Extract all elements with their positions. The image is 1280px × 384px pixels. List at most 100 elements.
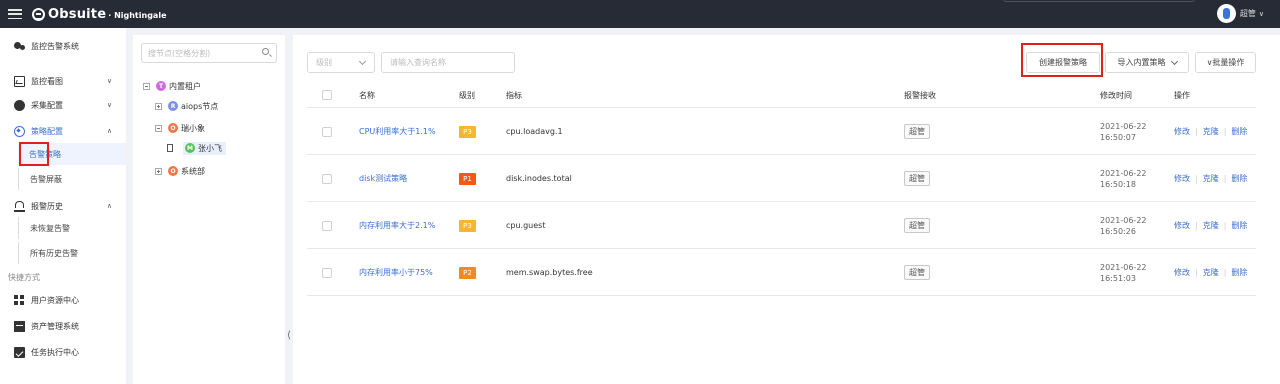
level-select-placeholder: 级别 [316,58,332,67]
metric-text: disk.inodes.total [506,174,572,183]
sidebar-shortcut-asset[interactable]: 资产管理系统 [0,315,126,337]
sidebar-item-label: 告警屏蔽 [30,174,62,184]
global-search-input[interactable] [1003,0,1195,2]
sidebar-title-label: 监控告警系统 [31,42,79,51]
policy-name-link[interactable]: 内存利用率小于75% [359,250,433,295]
sidebar-item-alert-mute[interactable]: 告警屏蔽 [18,168,126,190]
edit-link[interactable]: 修改 [1174,126,1190,137]
modified-date: 2021-06-22 [1100,262,1147,272]
delete-link[interactable]: 删除 [1231,126,1247,137]
search-icon[interactable] [262,48,269,55]
clone-link[interactable]: 克隆 [1203,126,1219,137]
table-header: 名称 级别 指标 报警接收 修改时间 操作 [307,83,1256,108]
column-header: 报警接收 [904,90,936,100]
tree-node-label: 瑞小象 [181,123,205,133]
tree-node[interactable]: R aiops节点 [155,98,218,114]
table-row: CPU利用率大于1.1% P3 cpu.loadavg.1 超管 2021-06… [307,109,1256,155]
sidebar-item-collect[interactable]: 采集配置 ∨ [0,94,126,116]
select-all-checkbox[interactable] [322,90,332,100]
row-checkbox[interactable] [322,126,332,137]
clone-link[interactable]: 克隆 [1203,173,1219,184]
sidebar-shortcut-user-resource[interactable]: 用户资源中心 [0,289,126,311]
action-separator: | [1223,174,1227,183]
policy-name-link[interactable]: CPU利用率大于1.1% [359,109,436,154]
tree-search-input[interactable]: 搜节点(空格分割) [141,43,277,63]
action-separator: | [1223,221,1227,230]
highlight-box [1021,43,1103,77]
expand-icon[interactable] [155,167,162,175]
chevron-up-icon: ∧ [106,202,112,210]
policy-name-link[interactable]: 内存利用率大于2.1% [359,203,435,248]
edit-link[interactable]: 修改 [1174,220,1190,231]
tree-node-root[interactable]: T 内置租户 [143,78,201,94]
collapse-icon[interactable] [155,124,162,132]
row-actions: 修改 | 克隆 | 删除 [1174,156,1247,201]
modified-date: 2021-06-22 [1100,168,1147,178]
import-policy-button[interactable]: 导入内置策略 [1105,52,1189,73]
sidebar-item-label: 未恢复告警 [30,223,70,233]
app-logo[interactable]: Obsuite · Nightingale [32,7,167,22]
tenant-badge-icon: T [156,81,166,91]
column-header: 指标 [506,90,522,100]
name-search-input[interactable]: 请输入查询名称 [381,52,515,73]
sidebar-item-unrecovered[interactable]: 未恢复告警 [18,217,126,239]
column-header: 操作 [1174,90,1190,100]
node-badge-icon: R [168,101,178,111]
sidebar-item-all-history[interactable]: 所有历史告警 [18,242,126,264]
globe-icon [14,99,25,111]
task-icon [14,346,25,358]
receiver-tag: 超管 [904,124,930,139]
brand-subtitle: · Nightingale [108,11,167,20]
tree-node[interactable]: O 瑞小象 [155,120,205,136]
tree-node-label: aiops节点 [181,101,219,111]
column-header: 级别 [459,90,475,100]
row-checkbox[interactable] [322,220,332,231]
sidebar-item-label: 采集配置 [31,100,63,110]
delete-link[interactable]: 删除 [1231,220,1247,231]
sidebar-shortcut-task[interactable]: 任务执行中心 [0,341,126,363]
clone-link[interactable]: 克隆 [1203,220,1219,231]
edit-link[interactable]: 修改 [1174,267,1190,278]
metric-text: cpu.guest [506,221,546,230]
edit-link[interactable]: 修改 [1174,173,1190,184]
tree-panel: 搜节点(空格分割) T 内置租户 R aiops节点 O 瑞小象 M 张小飞 O… [133,35,285,384]
level-select[interactable]: 级别 [307,52,375,73]
batch-operation-label: ∨批量操作 [1206,58,1245,67]
metric-text: mem.swap.bytes.free [506,268,593,277]
modified-date: 2021-06-22 [1100,215,1147,225]
main-panel: 级别 请输入查询名称 创建报警策略 导入内置策略 ∨批量操作 名称 级别 指标 … [293,35,1280,384]
clone-link[interactable]: 克隆 [1203,267,1219,278]
shortcut-section-label: 快捷方式 [8,273,40,282]
user-menu[interactable]: 超管 ∨ [1216,4,1264,23]
sidebar-title[interactable]: 监控告警系统 [14,41,79,52]
batch-operation-button[interactable]: ∨批量操作 [1195,52,1256,73]
expand-icon[interactable] [155,102,162,110]
row-checkbox[interactable] [322,267,332,278]
user-name: 超管 [1239,9,1256,18]
collapse-icon[interactable] [143,82,150,90]
level-badge: P2 [459,266,476,279]
policy-name-link[interactable]: disk测试策略 [359,156,407,201]
chevron-down-icon [358,57,367,66]
action-separator: | [1195,268,1198,277]
tree-node[interactable]: O 系统部 [155,163,205,179]
sidebar-item-label: 任务执行中心 [31,347,79,357]
sidebar-item-dashboard[interactable]: 监控看图 ∨ [0,70,126,92]
delete-link[interactable]: 删除 [1231,173,1247,184]
tree-search-placeholder: 搜节点(空格分割) [148,48,211,58]
table-row: disk测试策略 P1 disk.inodes.total 超管 2021-06… [307,156,1256,202]
row-checkbox[interactable] [322,173,332,184]
sidebar-item-policy[interactable]: 策略配置 ∧ [0,120,126,142]
file-icon [167,144,173,152]
modified-clock: 16:51:03 [1100,273,1136,283]
sidebar-item-history[interactable]: 报警历史 ∧ [0,195,126,217]
hamburger-menu-icon[interactable] [8,9,22,19]
modified-time: 2021-06-22 16:50:26 [1100,203,1147,248]
obsuite-logo-icon [32,7,45,21]
delete-link[interactable]: 删除 [1231,267,1247,278]
modified-time: 2021-06-22 16:51:03 [1100,250,1147,295]
collapse-panel-icon[interactable]: ⟨ [287,330,291,341]
tree-node-highlight: M 张小飞 [183,141,226,155]
sidebar-item-label: 所有历史告警 [30,248,78,258]
tree-node-selected[interactable]: M 张小飞 [167,140,226,156]
